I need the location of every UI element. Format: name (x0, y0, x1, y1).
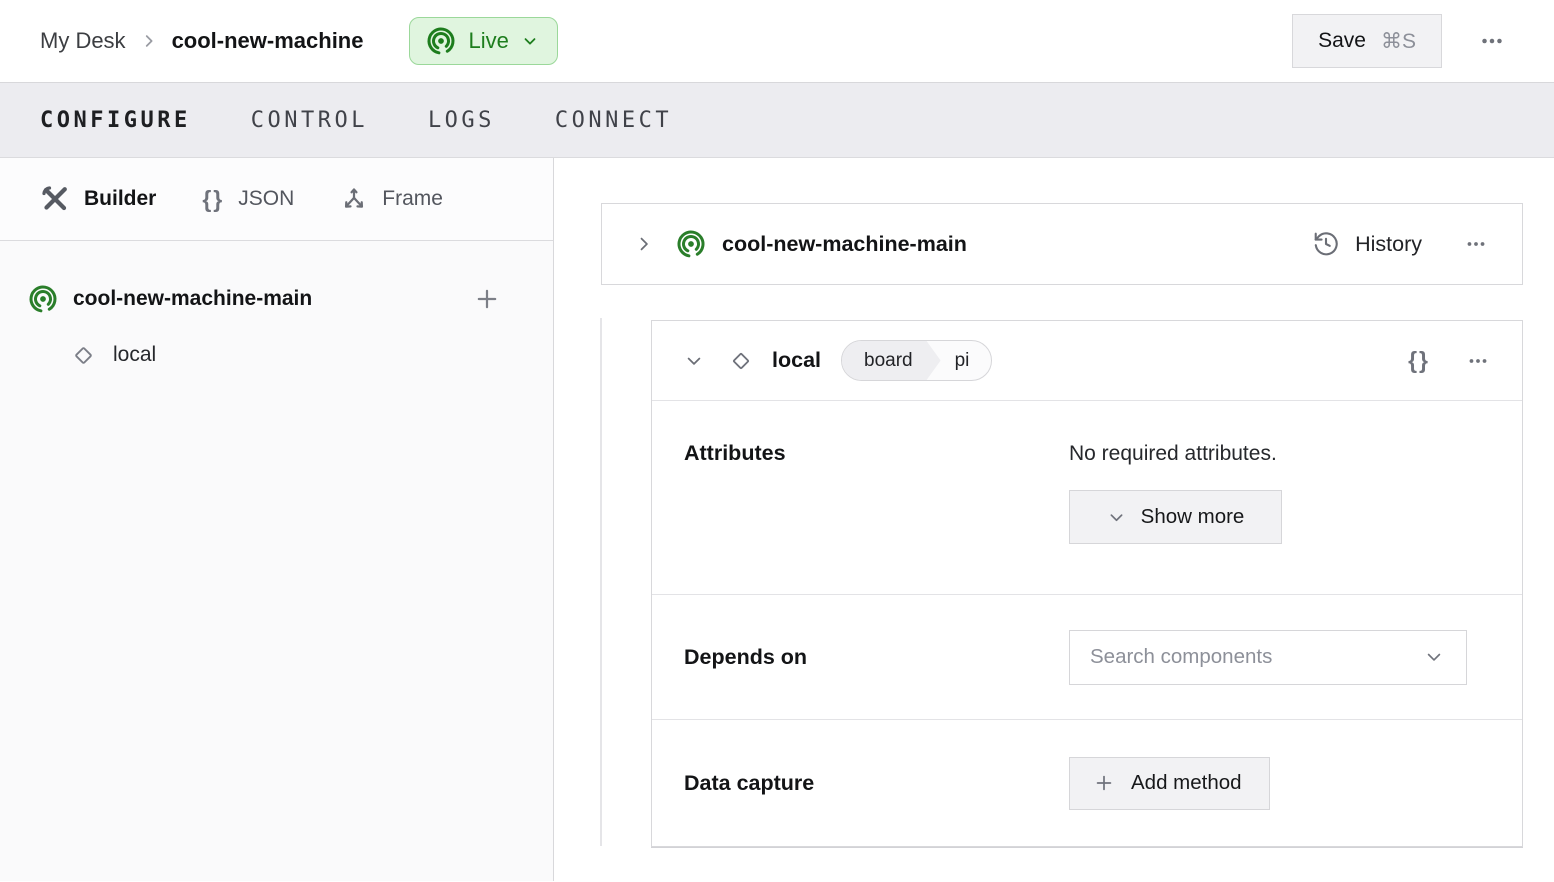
component-type-badge: board pi (841, 340, 992, 381)
main-nav-tabs: CONFIGURE CONTROL LOGS CONNECT (0, 83, 1554, 158)
depends-on-section-label: Depends on (684, 645, 1069, 670)
view-tab-builder-label: Builder (84, 187, 156, 211)
chevron-down-icon (1107, 508, 1126, 527)
component-header-actions: {} (1404, 343, 1496, 379)
show-more-button-label: Show more (1141, 505, 1245, 529)
frame-axes-icon (340, 185, 368, 213)
chevron-down-icon (521, 32, 539, 50)
tree-item-local[interactable]: local (0, 329, 553, 381)
config-main-panel: cool-new-machine-main History (554, 158, 1554, 881)
part-card-expand-toggle[interactable] (632, 232, 656, 256)
view-tab-json-label: JSON (238, 187, 294, 211)
component-collapse-toggle[interactable] (682, 349, 706, 373)
component-model: pi (941, 341, 992, 380)
attributes-section-label: Attributes (684, 401, 1069, 594)
show-more-button[interactable]: Show more (1069, 490, 1282, 544)
view-tab-frame-label: Frame (382, 187, 443, 211)
breadcrumb: My Desk cool-new-machine (40, 28, 363, 54)
header: My Desk cool-new-machine Live Save ⌘S (0, 0, 1554, 83)
chevron-down-icon (1424, 647, 1444, 667)
component-card-local: local board pi {} (651, 320, 1523, 847)
tab-configure[interactable]: CONFIGURE (40, 108, 191, 133)
tab-connect[interactable]: CONNECT (555, 108, 672, 133)
plus-icon (1093, 772, 1115, 794)
live-status-icon (426, 26, 456, 56)
tab-control[interactable]: CONTROL (251, 108, 368, 133)
machine-name: cool-new-machine (172, 28, 364, 54)
data-capture-section-label: Data capture (684, 771, 1069, 796)
braces-icon: {} (202, 186, 224, 213)
machine-config-page: My Desk cool-new-machine Live Save ⌘S (0, 0, 1554, 882)
machine-status-dropdown[interactable]: Live (409, 17, 557, 65)
config-view-switcher: Builder {} JSON Frame (0, 158, 553, 241)
add-method-button[interactable]: Add method (1069, 757, 1270, 810)
component-name: local (772, 348, 821, 373)
sidebar: Builder {} JSON Frame (0, 158, 554, 881)
view-tab-frame[interactable]: Frame (340, 185, 443, 213)
attributes-empty-text: No required attributes. (1069, 442, 1282, 466)
component-menu-button[interactable] (1460, 343, 1496, 379)
component-diamond-icon (728, 348, 754, 374)
attributes-section-value: No required attributes. Show more (1069, 401, 1282, 594)
breadcrumb-parent-link[interactable]: My Desk (40, 28, 126, 54)
tab-logs[interactable]: LOGS (428, 108, 495, 133)
live-status-label: Live (468, 28, 508, 54)
tree-component-name: local (113, 343, 156, 367)
breadcrumb-separator-icon (140, 32, 158, 50)
component-card-header: local board pi {} (652, 321, 1522, 401)
tree-item-machine-part[interactable]: cool-new-machine-main (0, 273, 553, 325)
data-capture-section: Data capture Add method (652, 720, 1522, 846)
save-shortcut-hint: ⌘S (1381, 29, 1416, 54)
part-card-menu-button[interactable] (1458, 226, 1494, 262)
builder-tools-icon (40, 184, 70, 214)
machine-part-icon (676, 229, 706, 259)
save-button-label: Save (1318, 29, 1366, 53)
component-diamond-icon (70, 342, 97, 369)
tree-part-name: cool-new-machine-main (73, 287, 312, 311)
depends-on-select[interactable]: Search components (1069, 630, 1467, 685)
header-overflow-menu-button[interactable] (1472, 21, 1512, 61)
add-component-button[interactable] (469, 281, 505, 317)
machine-part-card: cool-new-machine-main History (601, 203, 1523, 285)
component-tree: cool-new-machine-main local (0, 241, 553, 381)
component-type: board (842, 341, 941, 380)
view-tab-builder[interactable]: Builder (40, 184, 156, 214)
component-json-button[interactable]: {} (1404, 343, 1434, 378)
machine-part-icon (28, 284, 58, 314)
tree-indent-guide (600, 318, 602, 846)
history-button[interactable]: History (1312, 230, 1422, 258)
part-card-title: cool-new-machine-main (722, 232, 967, 257)
attributes-section: Attributes No required attributes. Show … (652, 401, 1522, 595)
depends-on-section: Depends on Search components (652, 595, 1522, 720)
depends-on-placeholder: Search components (1090, 645, 1272, 669)
save-button[interactable]: Save ⌘S (1292, 14, 1442, 68)
history-clock-icon (1312, 230, 1340, 258)
view-tab-json[interactable]: {} JSON (202, 186, 294, 213)
history-button-label: History (1355, 232, 1422, 257)
add-method-button-label: Add method (1131, 771, 1242, 795)
content-area: Builder {} JSON Frame (0, 158, 1554, 881)
